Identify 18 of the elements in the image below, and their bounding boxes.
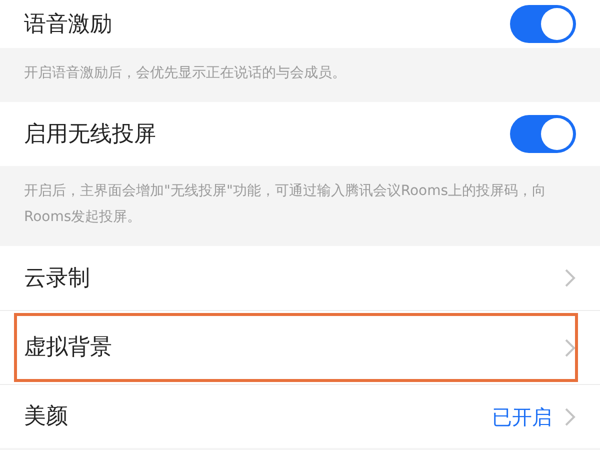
chevron-right-icon [564, 268, 576, 288]
toggle-switch[interactable] [510, 5, 576, 43]
settings-row[interactable]: 美颜 已开启 [0, 384, 600, 448]
settings-row[interactable]: 启用无线投屏 [0, 102, 600, 166]
chevron-right-icon [564, 406, 576, 426]
setting-value: 已开启 [492, 404, 552, 430]
setting-label: 语音激励 [24, 10, 112, 38]
setting-label: 美颜 [24, 403, 68, 431]
setting-label: 云录制 [24, 264, 90, 292]
settings-row[interactable]: 云录制 [0, 246, 600, 310]
settings-row[interactable]: 虚拟背景 [0, 310, 600, 384]
setting-description: 开启语音激励后，会优先显示正在说话的与会成员。 [24, 64, 347, 83]
setting-label: 虚拟背景 [24, 334, 112, 362]
toggle-switch[interactable] [510, 115, 576, 153]
setting-label: 启用无线投屏 [24, 120, 156, 148]
chevron-right-icon [564, 338, 576, 358]
settings-row[interactable]: 语音激励 [0, 0, 600, 48]
setting-description: 开启后，主界面会增加"无线投屏"功能，可通过输入腾讯会议Rooms上的投屏码，向Rooms发起投屏。 [24, 182, 548, 227]
